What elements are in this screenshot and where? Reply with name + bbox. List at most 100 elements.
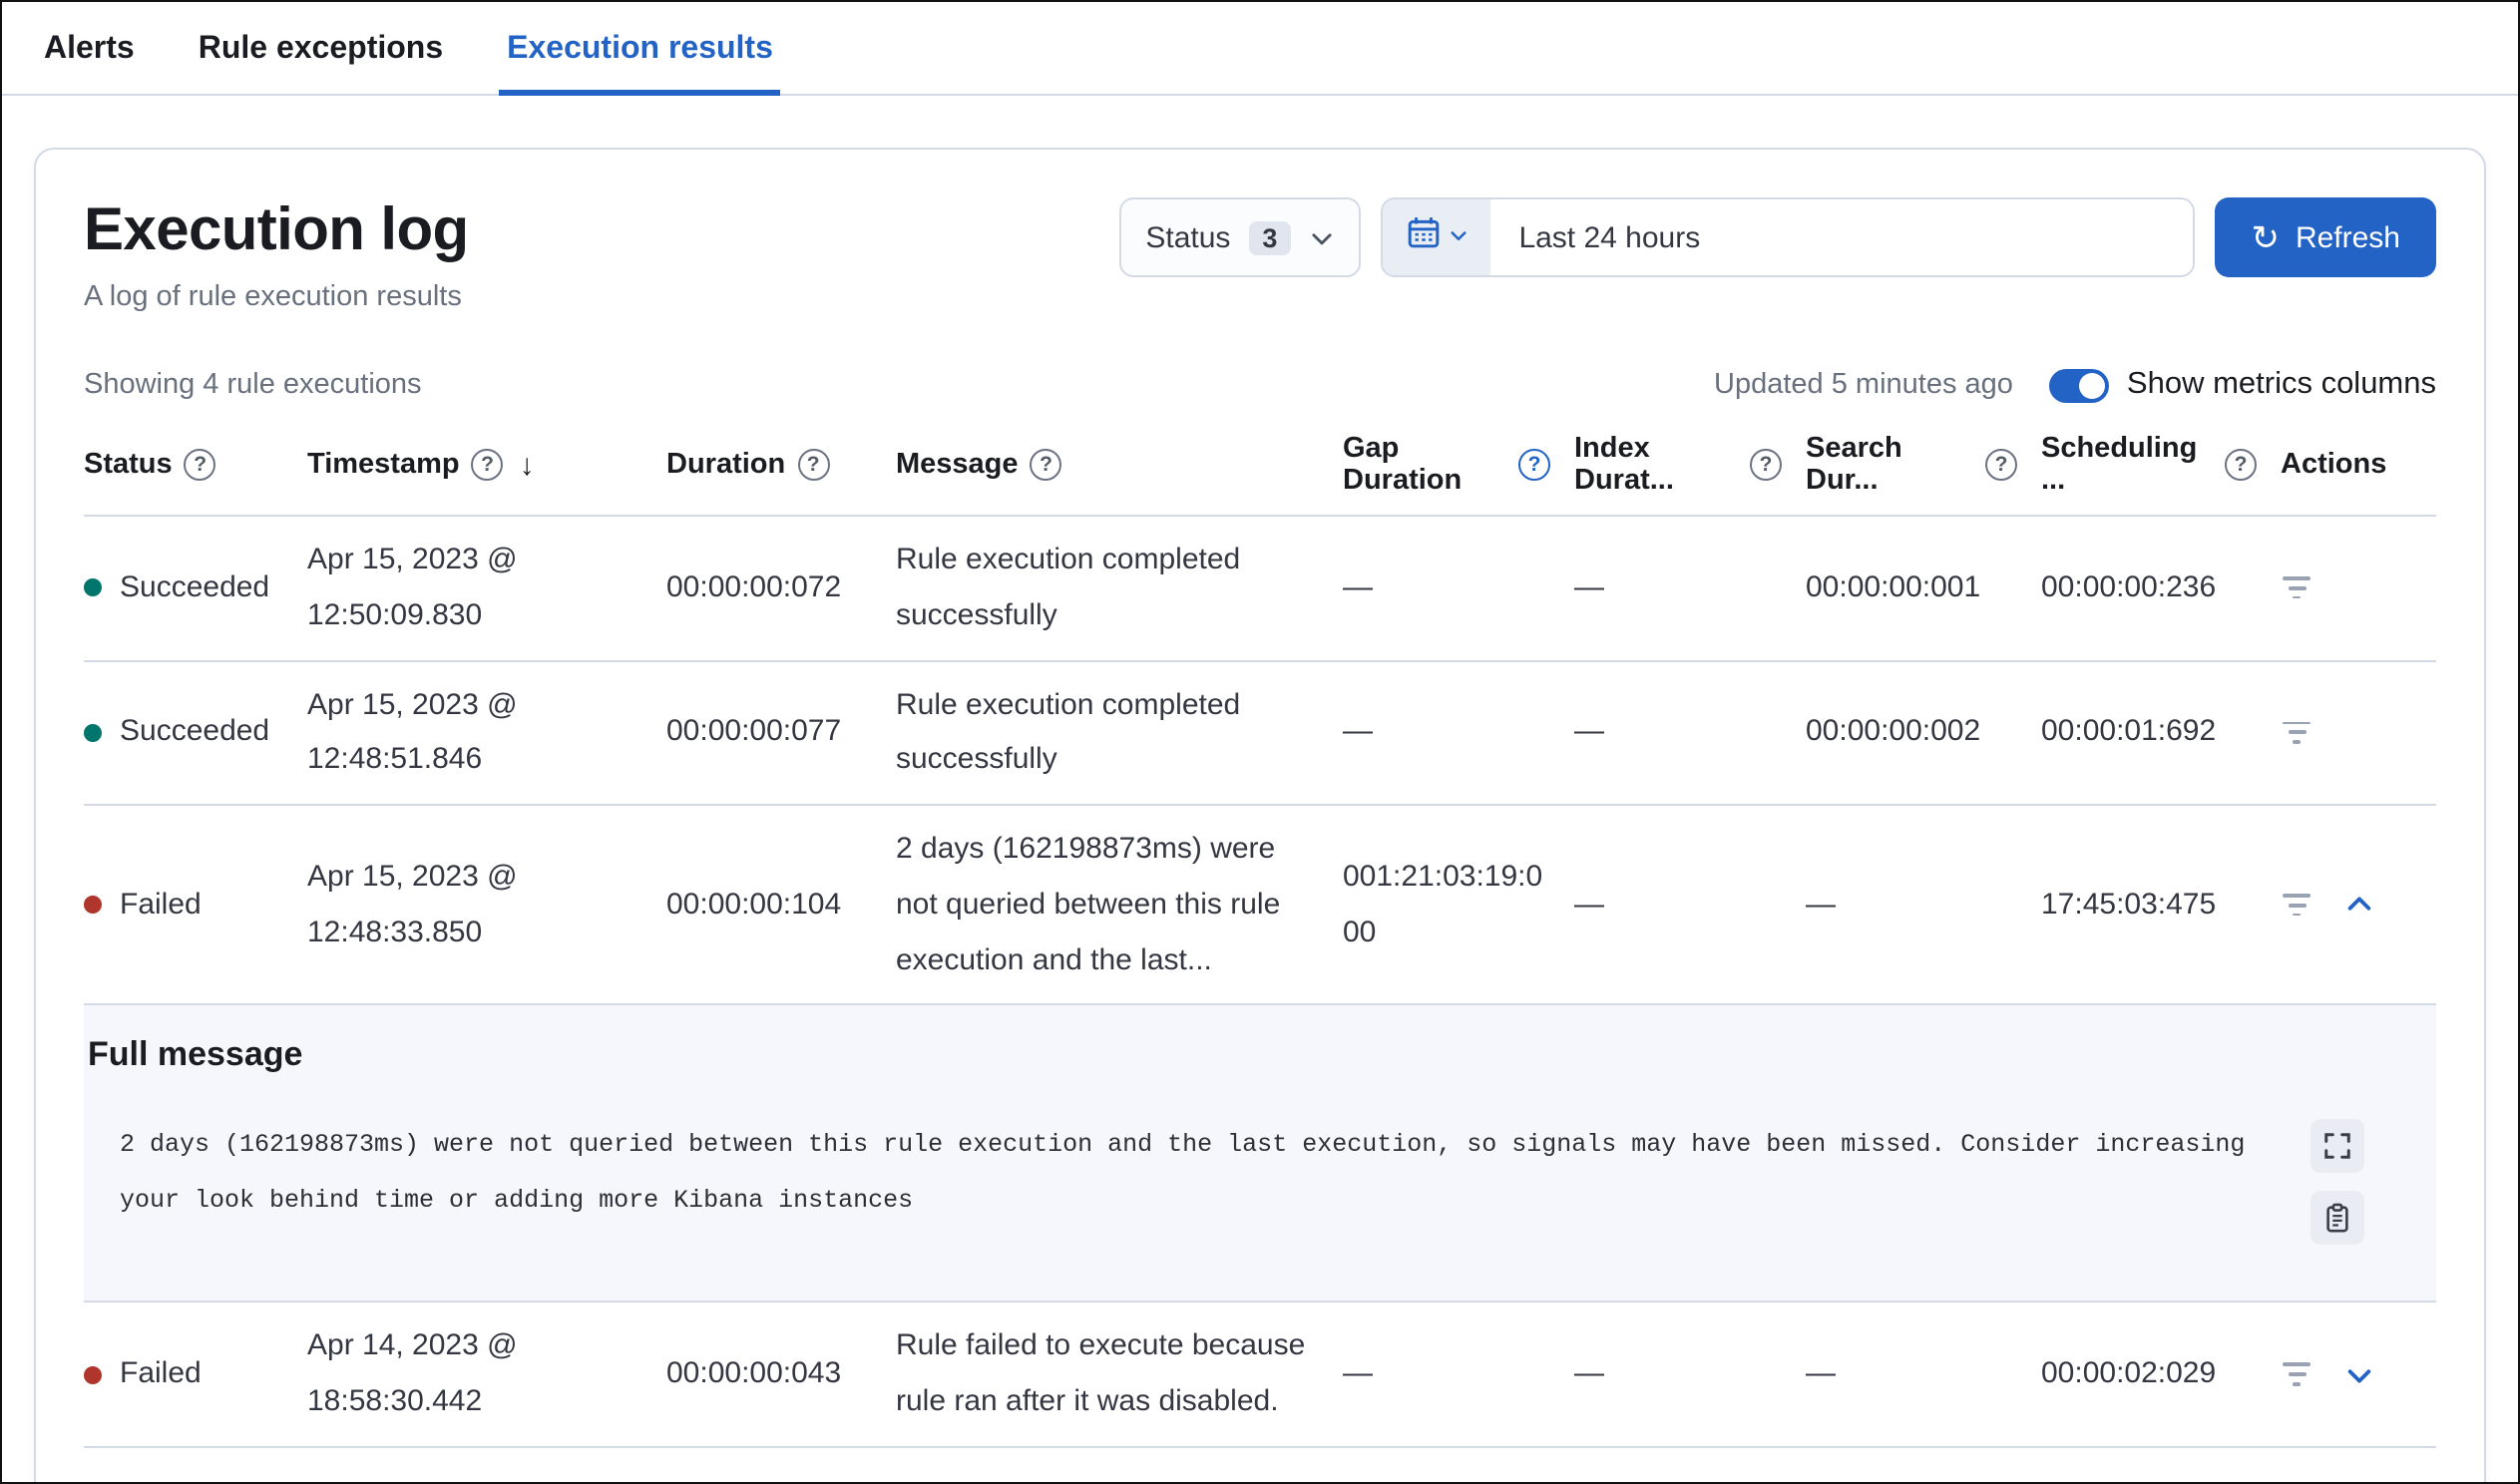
help-icon[interactable]: ? — [1518, 449, 1550, 481]
col-header-status: Status ? — [84, 435, 307, 499]
index-duration-cell: — — [1574, 1356, 1604, 1391]
timestamp-cell: Apr 15, 2023 @ 12:48:33.850 — [307, 859, 518, 949]
col-header-duration: Duration ? — [666, 435, 896, 499]
help-icon[interactable]: ? — [184, 449, 216, 481]
table-row: Failed Apr 15, 2023 @ 12:48:33.850 00:00… — [84, 806, 2436, 1006]
page-number-1[interactable]: 1 — [2304, 1478, 2320, 1483]
pagination-bar: Rows per page: 5 1 — [84, 1448, 2436, 1483]
duration-cell: 00:00:00:104 — [666, 887, 842, 922]
filter-icon[interactable] — [2281, 893, 2312, 917]
table-row: Succeeded Apr 15, 2023 @ 12:50:09.830 00… — [84, 517, 2436, 661]
page-subtitle: A log of rule execution results — [84, 281, 462, 313]
duration-cell: 00:00:00:043 — [666, 1356, 842, 1391]
tab-execution-results[interactable]: Execution results — [499, 32, 781, 96]
status-cell: Succeeded — [84, 689, 307, 777]
expanded-row-detail: Full message 2 days (162198873ms) were n… — [84, 1005, 2436, 1303]
scheduling-delay-cell: 00:00:00:236 — [2041, 569, 2217, 604]
help-icon[interactable]: ? — [2225, 449, 2257, 481]
index-duration-cell: — — [1574, 714, 1604, 749]
calendar-icon — [1406, 215, 1440, 259]
message-cell: 2 days (162198873ms) were not queried be… — [896, 832, 1281, 976]
previous-page-chevron-left-icon[interactable] — [2236, 1481, 2264, 1483]
last-updated-text: Updated 5 minutes ago — [1714, 369, 2013, 401]
status-filter-button[interactable]: Status 3 — [1119, 197, 1362, 277]
help-icon[interactable]: ? — [1750, 449, 1782, 481]
message-cell: Rule failed to execute because rule ran … — [896, 1328, 1306, 1419]
search-duration-cell: — — [1806, 1356, 1836, 1391]
status-cell: Succeeded — [84, 545, 307, 632]
search-duration-cell: 00:00:00:001 — [1806, 569, 1981, 604]
timestamp-cell: Apr 14, 2023 @ 18:58:30.442 — [307, 1328, 518, 1419]
actions-cell — [2281, 560, 2436, 615]
col-header-actions: Actions — [2281, 449, 2387, 481]
table-header-row: Status ? Timestamp ? ↓ Duration ? Messag… — [84, 419, 2436, 517]
show-metrics-toggle[interactable] — [2048, 368, 2109, 402]
scheduling-delay-cell: 00:00:01:692 — [2041, 714, 2217, 749]
index-duration-cell: — — [1574, 569, 1604, 604]
search-duration-cell: — — [1806, 887, 1836, 922]
scheduling-delay-cell: 00:00:02:029 — [2041, 1356, 2217, 1391]
collapse-row-chevron-up-icon[interactable] — [2344, 890, 2374, 920]
duration-cell: 00:00:00:072 — [666, 569, 842, 604]
col-header-timestamp[interactable]: Timestamp ? ↓ — [307, 434, 666, 500]
filter-icon[interactable] — [2281, 576, 2312, 599]
duration-cell: 00:00:00:077 — [666, 714, 842, 749]
status-success-dot-icon — [84, 578, 102, 597]
refresh-icon: ↻ — [2251, 218, 2280, 256]
gap-duration-cell: — — [1343, 1356, 1373, 1391]
message-cell: Rule execution completed successfully — [896, 543, 1241, 632]
sort-desc-icon: ↓ — [519, 448, 535, 482]
status-filter-count-badge: 3 — [1248, 220, 1292, 254]
expand-fullscreen-icon[interactable] — [2310, 1119, 2364, 1174]
app-window: Alerts Rule exceptions Execution results… — [0, 0, 2520, 1484]
status-failed-dot-icon — [84, 1365, 102, 1383]
search-duration-cell: 00:00:00:002 — [1806, 714, 1981, 749]
tab-rule-exceptions[interactable]: Rule exceptions — [191, 32, 451, 94]
col-header-index-duration: Index Durat... ? — [1574, 419, 1806, 515]
filter-icon[interactable] — [2281, 721, 2312, 744]
message-cell: Rule execution completed successfully — [896, 687, 1241, 777]
col-header-gap-duration: Gap Duration ? — [1343, 419, 1574, 515]
chevron-down-icon — [1309, 224, 1335, 250]
refresh-button-label: Refresh — [2295, 220, 2400, 254]
rows-per-page-button[interactable]: Rows per page: 5 — [88, 1479, 352, 1483]
timestamp-cell: Apr 15, 2023 @ 12:50:09.830 — [307, 543, 518, 632]
toolbar: Status 3 Last 24 hours ↻ Refresh — [1119, 197, 2436, 277]
table-row: Failed Apr 14, 2023 @ 18:58:30.442 00:00… — [84, 1303, 2436, 1448]
help-icon[interactable]: ? — [797, 449, 830, 481]
top-tabs: Alerts Rule exceptions Execution results — [2, 2, 2518, 96]
gap-duration-cell: 001:21:03:19:000 — [1343, 859, 1543, 949]
date-picker-quick-menu[interactable] — [1383, 199, 1491, 275]
help-icon[interactable]: ? — [471, 449, 504, 481]
show-metrics-toggle-label: Show metrics columns — [2126, 367, 2436, 401]
gap-duration-cell: — — [1343, 714, 1373, 749]
timestamp-cell: Apr 15, 2023 @ 12:48:51.846 — [307, 687, 518, 777]
page-title: Execution log — [84, 197, 469, 263]
showing-count-text: Showing 4 rule executions — [84, 369, 422, 401]
col-header-scheduling-delay: Scheduling ... ? — [2041, 419, 2281, 515]
refresh-button[interactable]: ↻ Refresh — [2215, 197, 2436, 277]
date-range-picker[interactable]: Last 24 hours — [1381, 197, 2196, 277]
actions-cell — [2281, 1343, 2436, 1405]
index-duration-cell: — — [1574, 887, 1604, 922]
help-icon[interactable]: ? — [1985, 449, 2017, 481]
full-message-heading: Full message — [88, 1035, 303, 1074]
status-cell: Failed — [84, 862, 307, 949]
actions-cell — [2281, 874, 2436, 935]
status-filter-label: Status — [1145, 220, 1231, 254]
status-failed-dot-icon — [84, 896, 102, 915]
actions-cell — [2281, 705, 2436, 760]
expand-row-chevron-down-icon[interactable] — [2344, 1359, 2374, 1389]
title-block: Execution log A log of rule execution re… — [84, 197, 469, 313]
status-success-dot-icon — [84, 723, 102, 742]
help-icon[interactable]: ? — [1030, 449, 1062, 481]
col-header-message: Message ? — [896, 435, 1343, 499]
date-range-value[interactable]: Last 24 hours — [1490, 199, 1700, 275]
filter-icon[interactable] — [2281, 1362, 2312, 1386]
copy-to-clipboard-icon[interactable] — [2310, 1191, 2364, 1246]
next-page-chevron-right-icon[interactable] — [2360, 1481, 2388, 1483]
chevron-down-icon — [1448, 219, 1468, 255]
tab-alerts[interactable]: Alerts — [36, 32, 143, 94]
scheduling-delay-cell: 17:45:03:475 — [2041, 887, 2217, 922]
status-cell: Failed — [84, 1330, 307, 1418]
